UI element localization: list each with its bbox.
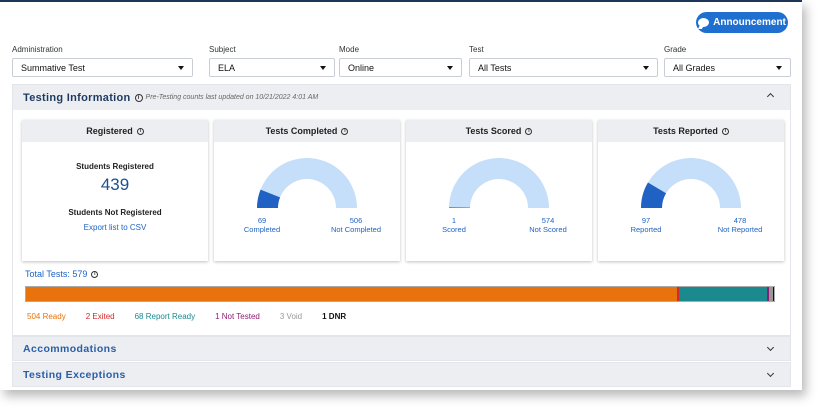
filter-administration: Administration Summative Test xyxy=(12,45,193,77)
testing-exceptions-section[interactable]: Testing Exceptions xyxy=(12,362,791,387)
administration-select[interactable]: Summative Test xyxy=(12,58,193,77)
card-header: Tests Reported i xyxy=(598,120,784,142)
legend-item: 3 Void xyxy=(279,312,303,321)
filter-label: Grade xyxy=(664,45,687,54)
legend-item: 1 DNR xyxy=(322,312,347,321)
announcement-label: Announcement xyxy=(713,17,786,28)
info-icon[interactable]: i xyxy=(134,93,143,102)
chevron-down-icon[interactable] xyxy=(766,343,775,352)
info-icon[interactable]: i xyxy=(136,127,144,135)
panel-body: Registered i Students Registered 439 Stud… xyxy=(13,110,790,335)
students-registered-count: 439 xyxy=(100,175,130,194)
scored-stat[interactable]: 1 Scored xyxy=(424,216,484,234)
announcement-button[interactable]: Announcement xyxy=(696,12,788,33)
filter-label: Test xyxy=(469,45,484,54)
chevron-up-icon[interactable] xyxy=(766,92,775,101)
caret-down-icon xyxy=(643,65,649,70)
filter-grade: Grade All Grades xyxy=(664,45,791,77)
caret-down-icon xyxy=(776,65,782,70)
gauge-track xyxy=(449,158,549,208)
tests-reported-card: Tests Reported i 97 Reported 478 Not Report… xyxy=(598,120,784,261)
panel-title: Testing Information xyxy=(23,91,131,104)
select-value: ELA xyxy=(218,62,236,73)
status-segment[interactable] xyxy=(679,287,768,301)
status-segment[interactable] xyxy=(26,287,677,301)
completed-gauge xyxy=(257,158,357,208)
info-icon[interactable]: i xyxy=(525,127,533,135)
card-header: Tests Scored i xyxy=(406,120,592,142)
speech-bubble-icon xyxy=(698,18,710,27)
select-value: All Tests xyxy=(478,62,512,73)
info-icon[interactable]: i xyxy=(721,127,729,135)
card-title: Tests Scored xyxy=(465,126,522,136)
caret-down-icon xyxy=(447,65,453,70)
mode-select[interactable]: Online xyxy=(339,58,462,77)
test-select[interactable]: All Tests xyxy=(469,58,658,77)
tests-completed-card: Tests Completed i 69 Completed 506 Not Comp… xyxy=(214,120,400,261)
not-completed-stat[interactable]: 506 Not Completed xyxy=(320,216,392,234)
filter-label: Mode xyxy=(339,45,360,54)
filter-mode: Mode Online xyxy=(339,45,462,77)
completed-stat[interactable]: 69 Completed xyxy=(232,216,292,234)
subject-select[interactable]: ELA xyxy=(209,58,335,77)
students-not-registered-label: Students Not Registered xyxy=(68,208,162,217)
registered-card: Registered i Students Registered 439 Stud… xyxy=(22,120,208,261)
reported-gauge xyxy=(641,158,741,208)
pretesting-note: Pre-Testing counts last updated on 10/21… xyxy=(145,94,319,101)
reported-stat[interactable]: 97 Reported xyxy=(616,216,676,234)
accommodations-section[interactable]: Accommodations xyxy=(12,336,791,361)
section-title: Accommodations xyxy=(23,342,117,355)
test-status-bar[interactable] xyxy=(25,286,775,302)
students-registered-label: Students Registered xyxy=(76,162,154,171)
info-icon[interactable]: i xyxy=(341,127,349,135)
not-reported-stat[interactable]: 478 Not Reported xyxy=(704,216,776,234)
grade-select[interactable]: All Grades xyxy=(664,58,791,77)
card-title: Tests Reported xyxy=(653,126,718,136)
select-value: Summative Test xyxy=(21,62,85,73)
export-csv-link[interactable]: Export list to CSV xyxy=(22,223,208,232)
card-title: Tests Completed xyxy=(265,126,338,136)
chevron-down-icon[interactable] xyxy=(766,369,775,378)
legend-item: 1 Not Tested xyxy=(215,312,260,321)
caret-down-icon xyxy=(320,65,326,70)
scored-gauge xyxy=(449,158,549,208)
legend-item: 68 Report Ready xyxy=(134,312,196,321)
card-header: Tests Completed i xyxy=(214,120,400,142)
select-value: All Grades xyxy=(673,62,716,73)
filter-label: Subject xyxy=(209,45,236,54)
legend-item: 504 Ready xyxy=(27,312,66,321)
card-title: Registered xyxy=(86,126,133,136)
testing-information-panel: Testing Information i Pre-Testing counts… xyxy=(12,84,791,336)
filter-test: Test All Tests xyxy=(469,45,658,77)
status-legend: 504 Ready 2 Exited 68 Report Ready 1 Not Te… xyxy=(27,312,366,321)
tests-scored-card: Tests Scored i 1 Scored 574 Not Scored xyxy=(406,120,592,261)
filter-subject: Subject ELA xyxy=(209,45,335,77)
select-value: Online xyxy=(348,62,375,73)
card-header: Registered i xyxy=(22,120,208,142)
info-icon[interactable]: i xyxy=(91,271,99,279)
filter-label: Administration xyxy=(12,45,63,54)
status-segment[interactable] xyxy=(772,287,774,301)
app-window: Announcement Administration Summative Te… xyxy=(0,0,802,390)
caret-down-icon xyxy=(178,65,184,70)
section-title: Testing Exceptions xyxy=(23,368,126,381)
not-scored-stat[interactable]: 574 Not Scored xyxy=(512,216,584,234)
legend-item: 2 Exited xyxy=(85,312,115,321)
testing-information-header[interactable]: Testing Information i Pre-Testing counts… xyxy=(13,85,790,110)
total-tests-label: Total Tests: 579 i xyxy=(25,269,99,279)
